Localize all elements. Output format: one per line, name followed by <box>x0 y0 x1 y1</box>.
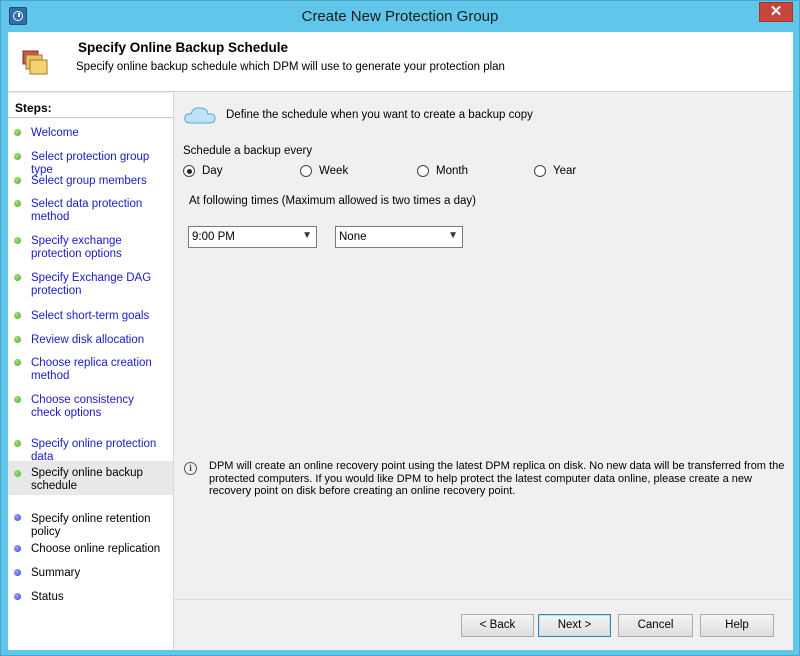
step-welcome[interactable]: Welcome <box>8 125 173 141</box>
dialog-client: Specify Online Backup Schedule Specify o… <box>8 32 793 650</box>
footer-divider <box>174 599 793 600</box>
step-select-short-term-goals[interactable]: Select short-term goals <box>8 308 173 324</box>
step-specify-exchange-protection-options[interactable]: Specify exchange protection options <box>8 233 173 261</box>
step-status-icon <box>14 129 21 136</box>
page-title: Specify Online Backup Schedule <box>78 40 288 55</box>
next-button[interactable]: Next > <box>538 614 611 637</box>
step-choose-online-replication: Choose online replication <box>8 541 173 557</box>
step-label: Specify online retention policy <box>31 513 173 539</box>
step-status-icon <box>14 545 21 552</box>
radio-label: Day <box>202 165 222 177</box>
cloud-icon <box>183 105 217 125</box>
step-status-icon <box>14 569 21 576</box>
step-status-icon <box>14 177 21 184</box>
radio-circle[interactable] <box>534 165 546 177</box>
chevron-down-icon: ▼ <box>302 230 312 241</box>
step-status-icon <box>14 237 21 244</box>
step-specify-online-retention-policy: Specify online retention policy <box>8 511 173 527</box>
step-status-icon <box>14 200 21 207</box>
step-label: Select short-term goals <box>31 310 173 323</box>
step-status-icon <box>14 336 21 343</box>
step-status: Status <box>8 589 173 605</box>
times-label: At following times (Maximum allowed is t… <box>189 195 476 207</box>
step-status-icon <box>14 396 21 403</box>
main-content: Define the schedule when you want to cre… <box>174 93 793 650</box>
step-label: Status <box>31 591 173 604</box>
step-status-icon <box>14 274 21 281</box>
cancel-button[interactable]: Cancel <box>618 614 693 637</box>
step-label: Choose online replication <box>31 543 173 556</box>
schedule-frequency-label: Schedule a backup every <box>183 145 312 157</box>
info-icon: i <box>184 462 197 475</box>
step-label: Select group members <box>31 175 173 188</box>
radio-label: Year <box>553 165 576 177</box>
step-status-icon <box>14 440 21 447</box>
time-select-1-value: 9:00 PM <box>192 231 235 243</box>
radio-circle[interactable] <box>300 165 312 177</box>
define-schedule-text: Define the schedule when you want to cre… <box>226 109 533 121</box>
step-specify-exchange-dag-protection[interactable]: Specify Exchange DAG protection <box>8 270 173 298</box>
time-select-2-value: None <box>339 231 367 243</box>
step-label: Specify exchange protection options <box>31 235 173 261</box>
step-status-icon <box>14 593 21 600</box>
dialog-window: Create New Protection Group ✕ Specify On… <box>0 0 800 656</box>
step-status-icon <box>14 514 21 521</box>
step-label: Specify online backup schedule <box>31 467 151 493</box>
step-select-protection-group-type[interactable]: Select protection group type <box>8 149 173 165</box>
step-label: Specify Exchange DAG protection <box>31 272 156 298</box>
step-label: Select data protection method <box>31 198 151 224</box>
time-select-2[interactable]: None ▼ <box>335 226 463 248</box>
chevron-down-icon: ▼ <box>448 230 458 241</box>
close-button[interactable]: ✕ <box>759 2 793 22</box>
step-status-icon <box>14 153 21 160</box>
radio-label: Week <box>319 165 348 177</box>
time-select-1[interactable]: 9:00 PM ▼ <box>188 226 317 248</box>
radio-circle[interactable] <box>183 165 195 177</box>
help-button[interactable]: Help <box>700 614 774 637</box>
step-label: Welcome <box>31 127 173 140</box>
title-bar[interactable]: Create New Protection Group ✕ <box>1 1 799 32</box>
step-specify-online-backup-schedule[interactable]: Specify online backup schedule <box>8 461 173 495</box>
step-label: Review disk allocation <box>31 334 173 347</box>
page-subtitle: Specify online backup schedule which DPM… <box>76 61 505 73</box>
window-title: Create New Protection Group <box>1 8 799 25</box>
step-status-icon <box>14 470 21 477</box>
info-message: DPM will create an online recovery point… <box>209 460 789 498</box>
steps-sidebar: Steps: Welcome Select protection group t… <box>8 93 174 650</box>
step-review-disk-allocation[interactable]: Review disk allocation <box>8 332 173 348</box>
protection-group-icon <box>20 48 50 78</box>
step-select-data-protection-method[interactable]: Select data protection method <box>8 196 173 224</box>
back-button[interactable]: < Back <box>461 614 534 637</box>
wizard-header: Specify Online Backup Schedule Specify o… <box>8 32 793 92</box>
step-choose-replica-creation-method[interactable]: Choose replica creation method <box>8 355 173 383</box>
step-summary: Summary <box>8 565 173 581</box>
step-choose-consistency-check-options[interactable]: Choose consistency check options <box>8 392 173 420</box>
step-status-icon <box>14 359 21 366</box>
steps-divider <box>8 117 174 118</box>
steps-heading: Steps: <box>15 101 52 115</box>
step-select-group-members[interactable]: Select group members <box>8 173 173 189</box>
step-label: Choose consistency check options <box>31 394 166 420</box>
step-label: Summary <box>31 567 173 580</box>
step-specify-online-protection-data[interactable]: Specify online protection data <box>8 436 173 452</box>
step-status-icon <box>14 312 21 319</box>
step-label: Choose replica creation method <box>31 357 156 383</box>
radio-circle[interactable] <box>417 165 429 177</box>
radio-label: Month <box>436 165 468 177</box>
